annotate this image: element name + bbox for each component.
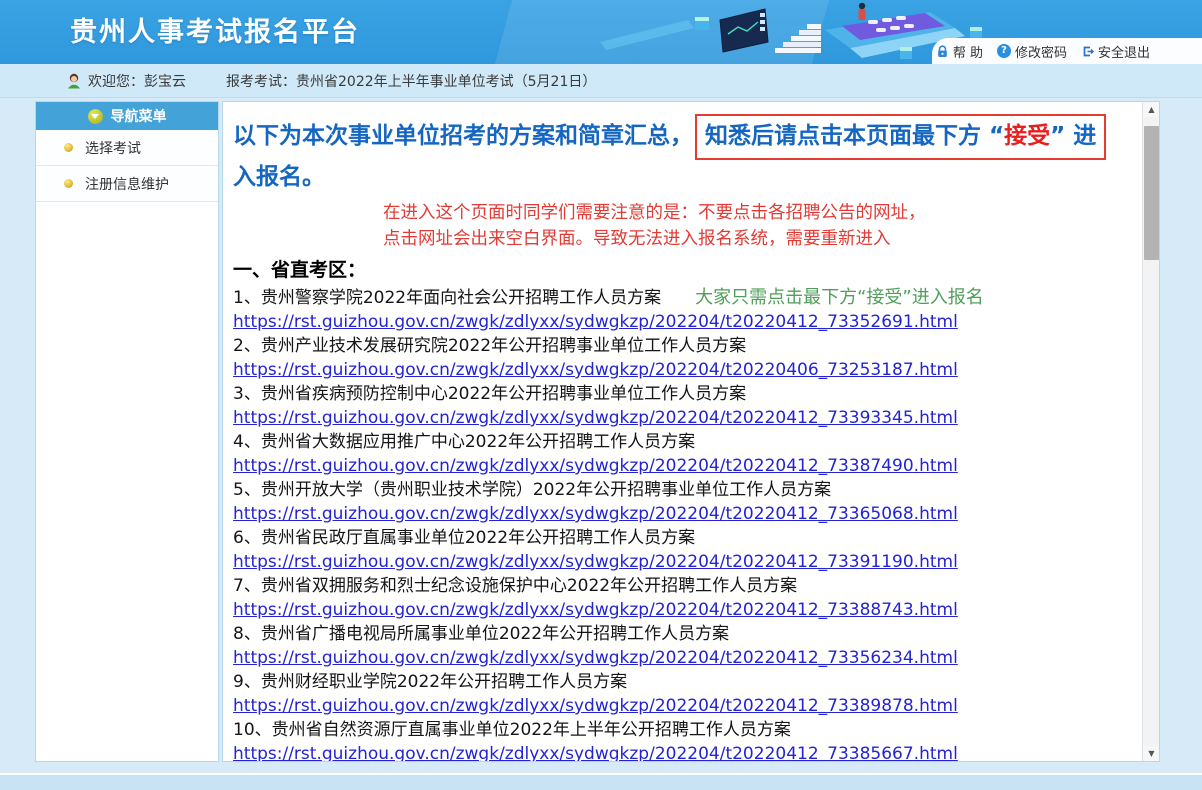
welcome-user-text: 欢迎您：彭宝云 bbox=[88, 71, 186, 91]
page-title: 贵州人事考试报名平台 bbox=[70, 10, 360, 49]
heading-line2: 入报名。 bbox=[233, 160, 1131, 194]
green-note-annotation: 大家只需点击最下方“接受”进入报名 bbox=[695, 286, 984, 310]
warning-annotation: 在进入这个页面时同学们需要注意的是：不要点击各招聘公告的网址， 点击网址会出来空… bbox=[383, 200, 1131, 252]
announcement-item-title: 2、贵州产业技术发展研究院2022年公开招聘事业单位工作人员方案 bbox=[233, 334, 1131, 358]
warning-line2: 点击网址会出来空白界面。导致无法进入报名系统，需要重新进入 bbox=[383, 226, 1131, 252]
exit-icon bbox=[1081, 45, 1094, 58]
welcome-bar: 欢迎您：彭宝云 报考考试：贵州省2022年上半年事业单位考试（5月21日） bbox=[0, 64, 1202, 98]
announcement-link[interactable]: https://rst.guizhou.gov.cn/zwgk/zdlyxx/s… bbox=[233, 502, 1131, 526]
bottom-band bbox=[0, 773, 1202, 790]
section-title: 一、省直考区： bbox=[233, 256, 1131, 284]
announcement-link[interactable]: https://rst.guizhou.gov.cn/zwgk/zdlyxx/s… bbox=[233, 550, 1131, 574]
logout-label: 安全退出 bbox=[1098, 42, 1150, 61]
sidebar-item-label: 选择考试 bbox=[85, 138, 141, 158]
announcement-item-title: 8、贵州省广播电视局所属事业单位2022年公开招聘工作人员方案 bbox=[233, 622, 1131, 646]
exam-registered-text: 报考考试：贵州省2022年上半年事业单位考试（5月21日） bbox=[226, 71, 596, 91]
announcement-link[interactable]: https://rst.guizhou.gov.cn/zwgk/zdlyxx/s… bbox=[233, 454, 1131, 478]
main-heading: 以下为本次事业单位招考的方案和简章汇总，知悉后请点击本页面最下方 “接受” 进 … bbox=[233, 114, 1131, 194]
announcement-link[interactable]: https://rst.guizhou.gov.cn/zwgk/zdlyxx/s… bbox=[233, 646, 1131, 670]
announcement-item-title: 3、贵州省疾病预防控制中心2022年公开招聘事业单位工作人员方案 bbox=[233, 382, 1131, 406]
user-avatar-icon bbox=[66, 73, 82, 89]
help-label: 帮 助 bbox=[953, 42, 983, 61]
help-button[interactable]: 帮 助 bbox=[936, 42, 983, 61]
question-icon bbox=[997, 44, 1011, 58]
warning-line1: 在进入这个页面时同学们需要注意的是：不要点击各招聘公告的网址， bbox=[383, 200, 1131, 226]
bullet-icon bbox=[64, 179, 73, 188]
app-header: 贵州人事考试报名平台 帮 助 修改密码 安 bbox=[0, 0, 1202, 64]
main-panel: 以下为本次事业单位招考的方案和简章汇总，知悉后请点击本页面最下方 “接受” 进 … bbox=[222, 101, 1160, 762]
accept-keyword: 接受 bbox=[1004, 123, 1050, 149]
nav-header-label: 导航菜单 bbox=[111, 106, 167, 126]
announcement-item-title: 5、贵州开放大学（贵州职业技术学院）2022年公开招聘事业单位工作人员方案 bbox=[233, 478, 1131, 502]
sidebar-item-registration-info[interactable]: 注册信息维护 bbox=[36, 166, 218, 202]
announcement-link[interactable]: https://rst.guizhou.gov.cn/zwgk/zdlyxx/s… bbox=[233, 310, 1131, 334]
announcement-link[interactable]: https://rst.guizhou.gov.cn/zwgk/zdlyxx/s… bbox=[233, 742, 1131, 762]
sidebar-nav-header[interactable]: 导航菜单 bbox=[36, 102, 218, 130]
sidebar: 导航菜单 选择考试 注册信息维护 bbox=[35, 101, 219, 762]
scroll-up-button[interactable] bbox=[1143, 102, 1160, 117]
sidebar-item-select-exam[interactable]: 选择考试 bbox=[36, 130, 218, 166]
announcement-item-title: 4、贵州省大数据应用推广中心2022年公开招聘工作人员方案 bbox=[233, 430, 1131, 454]
announcement-item-title: 7、贵州省双拥服务和烈士纪念设施保护中心2022年公开招聘工作人员方案 bbox=[233, 574, 1131, 598]
announcement-link[interactable]: https://rst.guizhou.gov.cn/zwgk/zdlyxx/s… bbox=[233, 598, 1131, 622]
vertical-scrollbar[interactable] bbox=[1142, 102, 1159, 761]
change-password-label: 修改密码 bbox=[1015, 42, 1067, 61]
announcement-content: 以下为本次事业单位招考的方案和简章汇总，知悉后请点击本页面最下方 “接受” 进 … bbox=[223, 102, 1159, 762]
scrollbar-thumb[interactable] bbox=[1144, 126, 1159, 260]
lock-icon bbox=[936, 45, 949, 58]
logout-button[interactable]: 安全退出 bbox=[1081, 42, 1150, 61]
header-quick-links: 帮 助 修改密码 安全退出 bbox=[932, 38, 1202, 64]
bullet-icon bbox=[64, 143, 73, 152]
announcement-item-title: 9、贵州财经职业学院2022年公开招聘工作人员方案 bbox=[233, 670, 1131, 694]
announcement-item-title: 10、贵州省自然资源厅直属事业单位2022年上半年公开招聘工作人员方案 bbox=[233, 718, 1131, 742]
red-callout-box: 知悉后请点击本页面最下方 “接受” 进 bbox=[695, 114, 1106, 160]
heading-line1: 以下为本次事业单位招考的方案和简章汇总，知悉后请点击本页面最下方 “接受” 进 bbox=[233, 114, 1131, 160]
announcement-link[interactable]: https://rst.guizhou.gov.cn/zwgk/zdlyxx/s… bbox=[233, 694, 1131, 718]
announcement-link[interactable]: https://rst.guizhou.gov.cn/zwgk/zdlyxx/s… bbox=[233, 358, 1131, 382]
announcement-item-title: 1、贵州警察学院2022年面向社会公开招聘工作人员方案 大家只需点击最下方“接受… bbox=[233, 286, 1131, 310]
scroll-down-button[interactable] bbox=[1143, 746, 1160, 761]
sidebar-item-label: 注册信息维护 bbox=[85, 174, 169, 194]
announcement-link[interactable]: https://rst.guizhou.gov.cn/zwgk/zdlyxx/s… bbox=[233, 406, 1131, 430]
announcement-item-title: 6、贵州省民政厅直属事业单位2022年公开招聘工作人员方案 bbox=[233, 526, 1131, 550]
change-password-button[interactable]: 修改密码 bbox=[997, 42, 1067, 61]
chevron-down-icon bbox=[88, 109, 103, 124]
